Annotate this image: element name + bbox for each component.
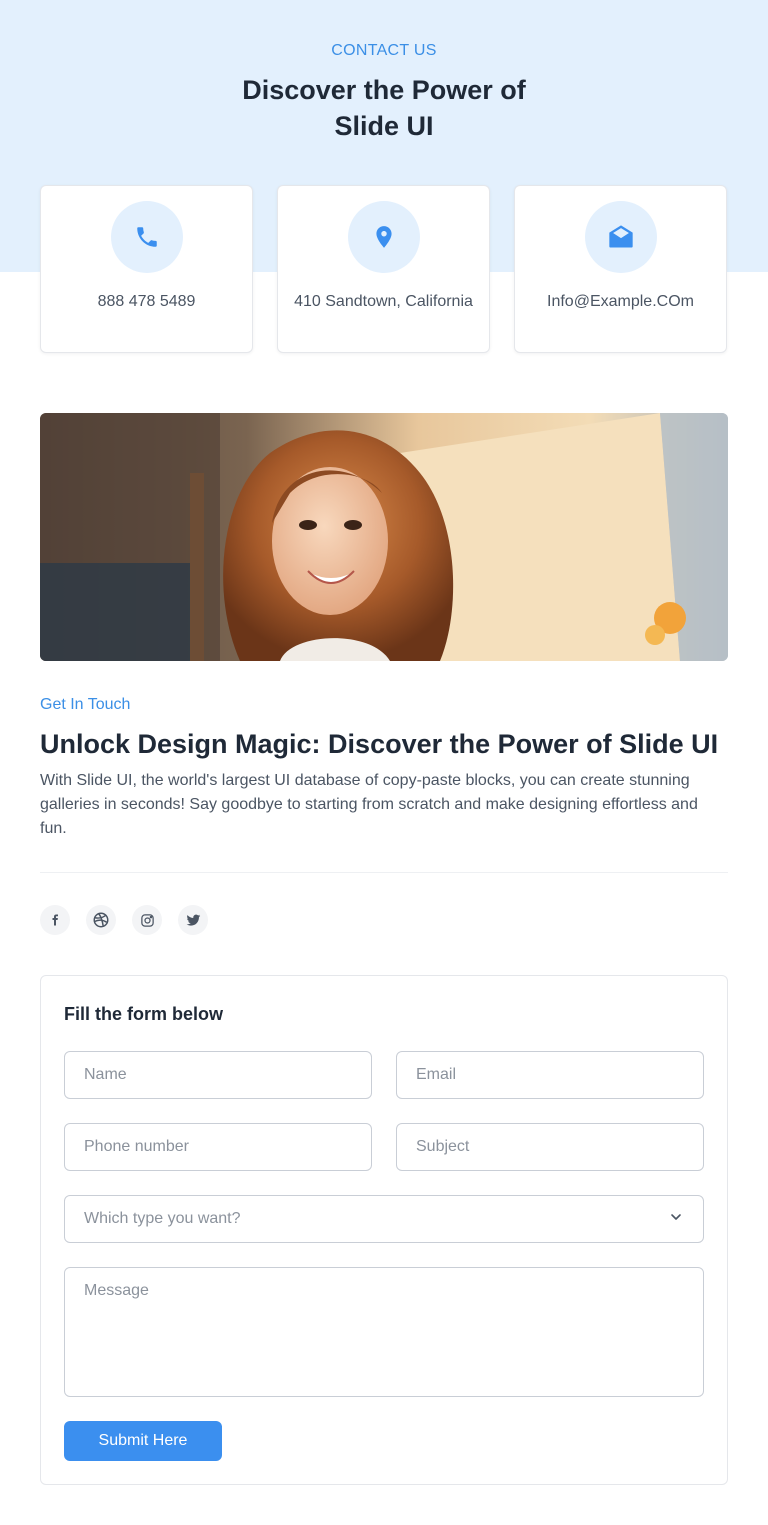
divider bbox=[40, 872, 728, 873]
twitter-icon[interactable] bbox=[178, 905, 208, 935]
type-select[interactable]: Which type you want? bbox=[64, 1195, 704, 1243]
facebook-icon[interactable] bbox=[40, 905, 70, 935]
get-in-touch-label: Get In Touch bbox=[40, 696, 131, 713]
phone-input[interactable] bbox=[64, 1123, 372, 1171]
location-pin-icon bbox=[348, 201, 420, 273]
submit-button[interactable]: Submit Here bbox=[64, 1421, 222, 1461]
hero-image bbox=[40, 413, 728, 661]
phone-icon bbox=[111, 201, 183, 273]
contact-email-text[interactable]: Info@Example.COm bbox=[525, 290, 716, 314]
mail-icon bbox=[585, 201, 657, 273]
contact-phone-text[interactable]: 888 478 5489 bbox=[51, 290, 242, 314]
page-title: Discover the Power of Slide UI bbox=[242, 75, 526, 141]
email-input[interactable] bbox=[396, 1051, 704, 1099]
contact-card-email: Info@Example.COm bbox=[514, 185, 727, 353]
instagram-icon[interactable] bbox=[132, 905, 162, 935]
form-title: Fill the form below bbox=[64, 1004, 224, 1024]
section-description: With Slide UI, the world's largest UI da… bbox=[40, 772, 698, 837]
chevron-down-icon bbox=[668, 1209, 684, 1230]
dribbble-icon[interactable] bbox=[86, 905, 116, 935]
name-input[interactable] bbox=[64, 1051, 372, 1099]
contact-address-text: 410 Sandtown, California bbox=[294, 293, 473, 310]
contact-card-phone: 888 478 5489 bbox=[40, 185, 253, 353]
message-textarea[interactable] bbox=[64, 1267, 704, 1397]
type-select-placeholder: Which type you want? bbox=[84, 1210, 241, 1227]
contact-form: Fill the form below Which type you want?… bbox=[40, 975, 728, 1485]
subject-input[interactable] bbox=[396, 1123, 704, 1171]
section-title: Unlock Design Magic: Discover the Power … bbox=[40, 729, 719, 759]
contact-card-address: 410 Sandtown, California bbox=[277, 185, 490, 353]
section-eyebrow: CONTACT US bbox=[331, 42, 437, 59]
